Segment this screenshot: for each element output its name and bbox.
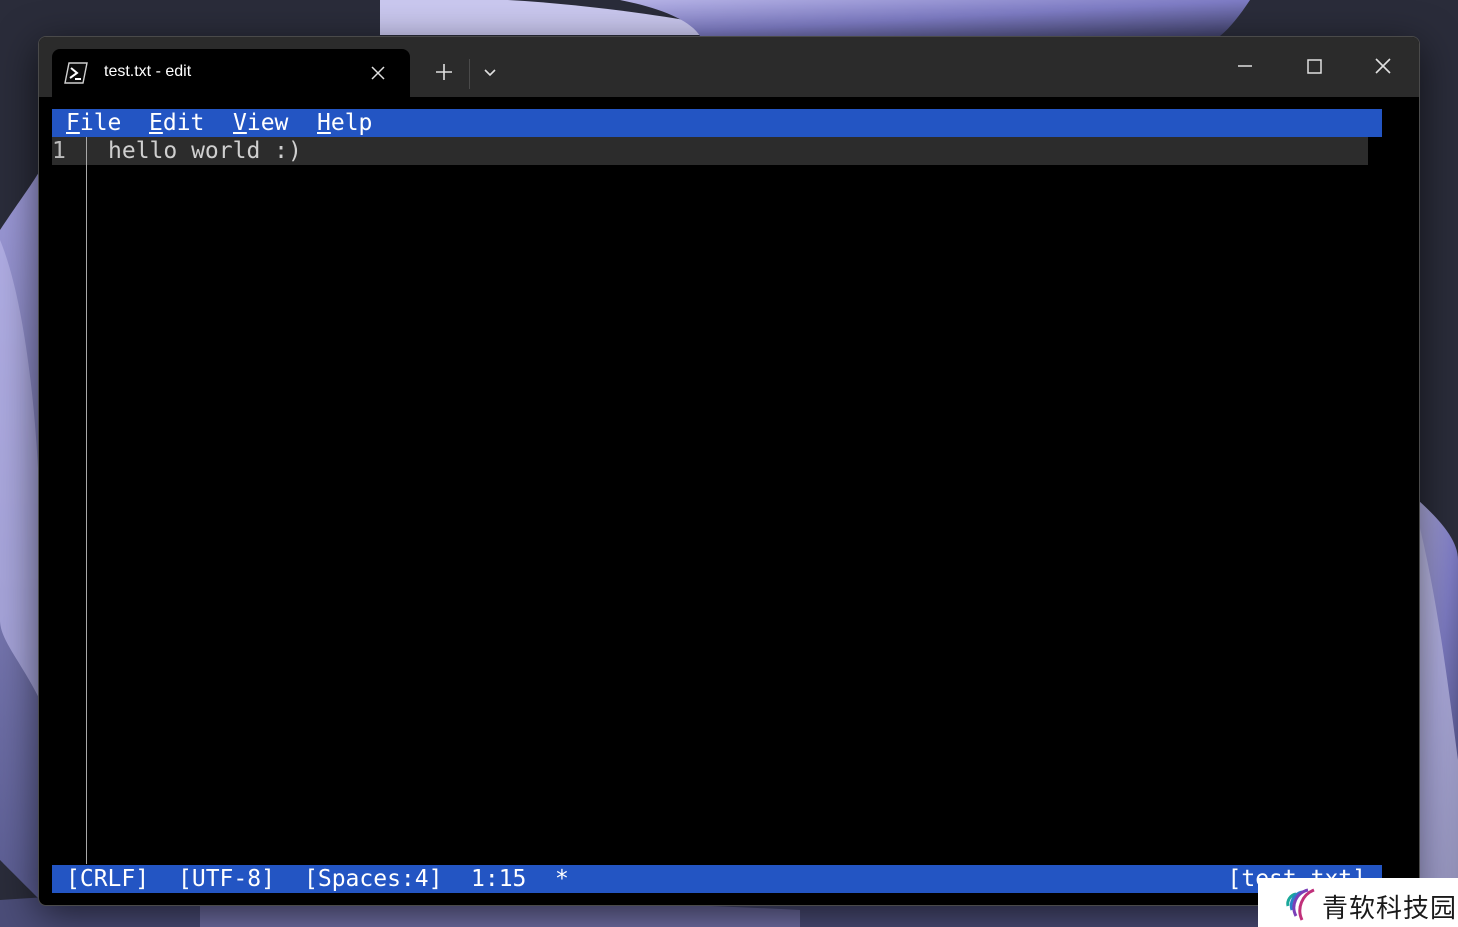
title-bar: test.txt - edit	[39, 37, 1419, 97]
line-number: 1	[52, 138, 66, 164]
menu-file-accelerator: F	[66, 110, 80, 136]
tab-separator	[469, 59, 470, 89]
terminal-window: test.txt - edit File Edit View Help 1 he…	[38, 36, 1420, 906]
editor-line-text[interactable]: hello world :)	[108, 137, 302, 165]
menu-edit[interactable]: Edit	[149, 109, 204, 137]
status-cursor-position: 1:15	[471, 866, 527, 892]
status-line-ending[interactable]: [CRLF]	[66, 865, 149, 893]
menu-edit-accelerator: E	[149, 110, 163, 136]
status-indentation[interactable]: [Spaces:4]	[304, 865, 442, 893]
powershell-icon	[64, 62, 88, 84]
menu-help[interactable]: Help	[317, 109, 372, 137]
maximize-icon[interactable]	[1296, 51, 1332, 81]
menu-bar: File Edit View Help	[52, 109, 1382, 137]
status-modified-marker: *	[555, 866, 569, 892]
menu-view[interactable]: View	[233, 109, 288, 137]
minimize-icon[interactable]	[1227, 51, 1263, 81]
status-bar: [CRLF] [UTF-8] [Spaces:4] 1:15 * [test.t…	[52, 865, 1382, 893]
menu-view-accelerator: V	[233, 110, 247, 136]
watermark-logo-icon	[1286, 888, 1315, 921]
menu-help-accelerator: H	[317, 110, 331, 136]
watermark: 青软科技园	[1258, 878, 1458, 927]
menu-file-label: ile	[79, 110, 122, 136]
gutter-divider	[86, 137, 87, 864]
menu-edit-label: dit	[162, 110, 205, 136]
chevron-down-icon[interactable]	[475, 57, 505, 87]
close-icon[interactable]	[1365, 51, 1401, 81]
menu-help-label: elp	[330, 110, 373, 136]
status-encoding[interactable]: [UTF-8]	[178, 865, 275, 893]
plus-icon[interactable]	[427, 57, 461, 87]
watermark-text: 青软科技园	[1322, 894, 1458, 924]
menu-view-label: iew	[246, 110, 289, 136]
tab-test-txt[interactable]: test.txt - edit	[52, 49, 410, 97]
tab-title: test.txt - edit	[104, 63, 192, 80]
close-tab-icon[interactable]	[368, 63, 388, 83]
menu-file[interactable]: File	[66, 109, 121, 137]
